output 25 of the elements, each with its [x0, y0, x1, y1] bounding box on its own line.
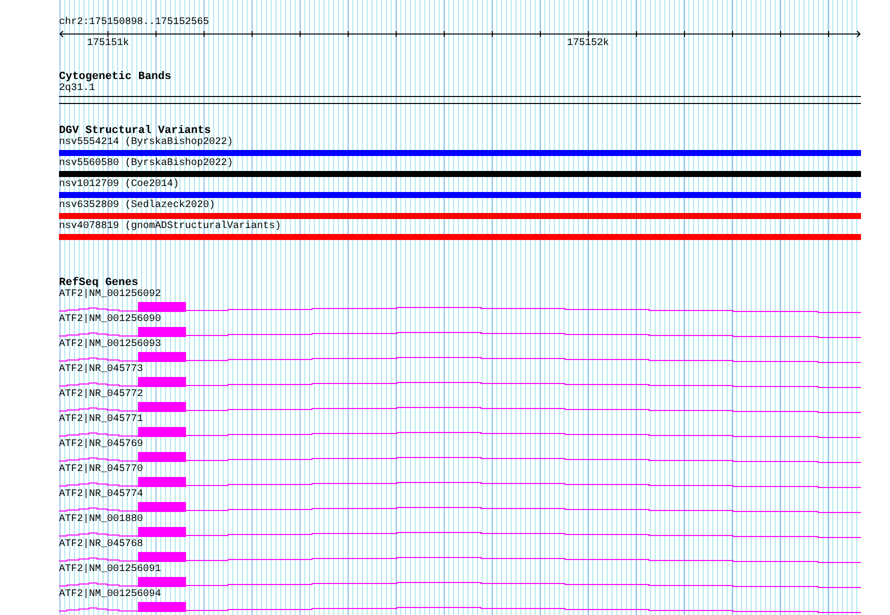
gene-label: ATF2|NM_001880: [59, 514, 144, 526]
track-title: DGV Structural Variants: [59, 125, 211, 137]
tick-label: 175151k: [87, 38, 130, 49]
gene-label: ATF2|NR_045770: [59, 464, 144, 476]
track-title: Cytogenetic Bands: [59, 71, 172, 83]
gene-label: ATF2|NR_045773: [59, 364, 144, 376]
gene-label: ATF2|NR_045774: [59, 489, 144, 501]
gene-label: ATF2|NM_001256090: [59, 314, 162, 326]
gene-label: ATF2|NR_045771: [59, 414, 144, 426]
gene-label: ATF2|NM_001256093: [59, 339, 162, 351]
variant-label: nsv1012709 (Coe2014): [59, 179, 180, 191]
tick-label: 175152k: [567, 38, 610, 49]
variant-label: nsv6352809 (Sedlazeck2020): [59, 200, 216, 212]
variant-label: nsv5554214 (ByrskaBishop2022): [59, 137, 234, 149]
gene-label: ATF2|NM_001256094: [59, 589, 162, 601]
band-label: 2q31.1: [59, 83, 96, 95]
variant-label: nsv4078819 (gnomADStructuralVariants): [59, 221, 282, 233]
variant-label: nsv5560580 (ByrskaBishop2022): [59, 158, 234, 170]
location-label: chr2:175150898..175152565: [59, 17, 210, 29]
track-title: RefSeq Genes: [59, 277, 138, 289]
gene-label: ATF2|NR_045768: [59, 539, 144, 551]
gene-label: ATF2|NM_001256092: [59, 289, 162, 301]
gene-label: ATF2|NR_045772: [59, 389, 144, 401]
gene-label: ATF2|NR_045769: [59, 439, 144, 451]
gene-label: ATF2|NM_001256091: [59, 564, 162, 576]
